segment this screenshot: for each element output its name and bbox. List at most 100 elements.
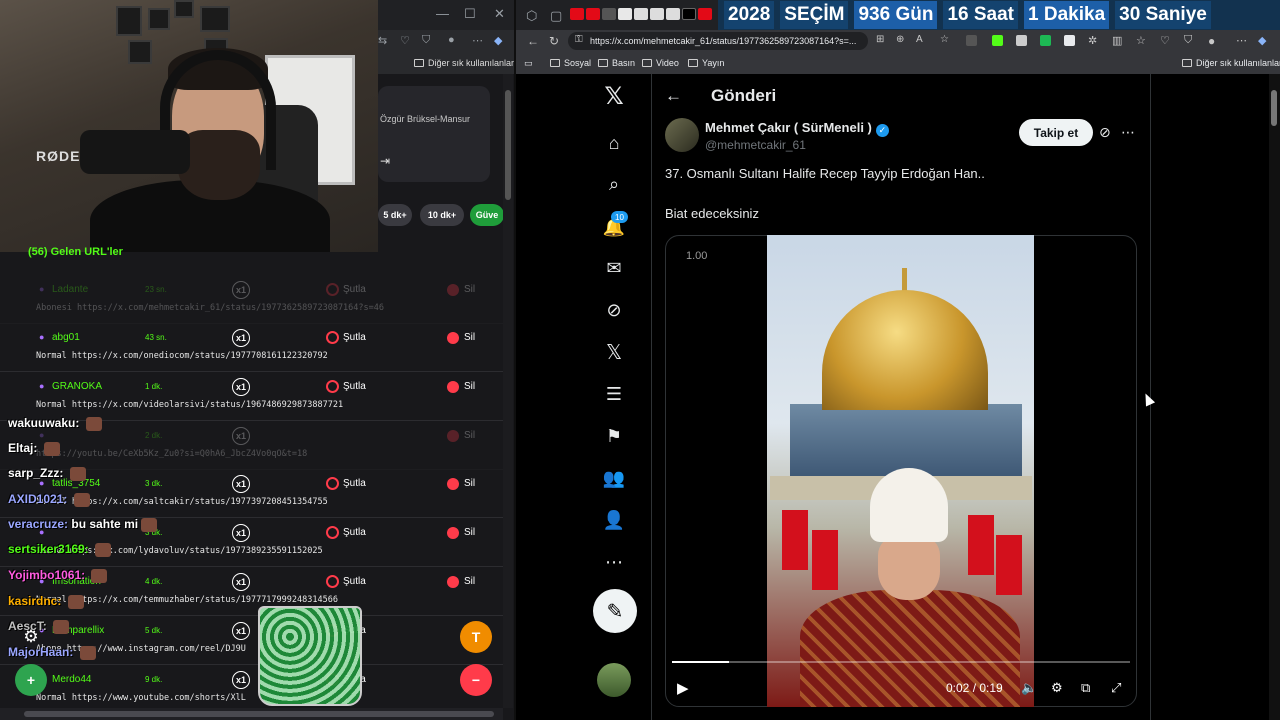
more-options-icon[interactable]: ⋯ [1121,124,1135,141]
bookmarks-icon[interactable]: ⚑ [603,425,625,447]
messages-icon[interactable]: ✉ [603,257,625,279]
skip-button[interactable]: Şutla [343,576,366,587]
chat-username[interactable]: Eltaj: [8,441,37,455]
bookmark-sidebar-icon[interactable]: ▭ [524,58,533,69]
profile-icon[interactable]: ● [1208,34,1215,48]
queue-user[interactable]: Ladante [52,284,88,295]
chat-username[interactable]: Yojimbo1061: [8,568,85,582]
author-handle[interactable]: @mehmetcakir_61 [705,138,806,152]
menu-icon[interactable]: ⋯ [1236,34,1247,47]
tab-favicon[interactable] [586,8,600,20]
heart-icon[interactable]: ♡ [400,34,410,47]
extension-icon[interactable] [1064,35,1075,46]
menu-icon[interactable]: ⋯ [472,34,483,47]
play-icon[interactable]: ▶ [677,679,689,697]
compose-post-icon[interactable]: ✎ [593,589,637,633]
video-progress-track[interactable] [672,661,1130,663]
shield-icon[interactable]: ⛉ [422,34,430,47]
tab-actions-icon[interactable]: ▢ [550,8,562,24]
account-avatar[interactable] [597,663,631,697]
delete-button[interactable]: Sil [464,527,475,538]
chat-username[interactable]: AXID1021: [8,492,67,506]
queue-url[interactable]: Abonesi https://x.com/mehmetcakir_61/sta… [36,303,384,313]
more-icon[interactable]: ⋯ [603,551,625,573]
trusted-filter[interactable]: Güve [470,204,504,226]
tab-favicon[interactable] [666,8,680,20]
bookmark-folder-basin[interactable]: Basın [598,58,635,68]
chat-username[interactable]: sertsiker3169: [8,542,89,556]
fullscreen-icon[interactable]: ⤢ [1111,680,1121,696]
author-name[interactable]: Mehmet Çakır ( SürMeneli ) ✓ [705,120,889,137]
queue-row[interactable]: ● Ladante 23 sn. x1 Şutla Sil Abonesi https://… [0,276,503,324]
skip-button[interactable]: Şutla [343,478,366,489]
back-arrow-icon[interactable]: ← [665,86,682,106]
url-input[interactable]: https://x.com/mehmetcakir_61/status/1977… [568,32,868,50]
reload-icon[interactable]: ↻ [549,34,559,48]
delete-button[interactable]: Sil [464,381,475,392]
skip-button[interactable]: Şutla [343,284,366,295]
x-logo-icon[interactable]: 𝕏 [603,83,625,110]
read-aloud-icon[interactable]: A [916,34,923,45]
page-scrollbar[interactable] [1269,74,1280,720]
settings-gear-icon[interactable]: ⚙ [16,622,46,652]
logout-icon[interactable]: ⇥ [380,154,390,168]
grok-icon[interactable]: ⊘ [1099,124,1111,141]
tab-left-icon[interactable]: ⇆ [378,34,387,47]
delete-button[interactable]: Sil [464,332,475,343]
bookmark-folder-video[interactable]: Video [642,58,679,68]
tab-favicon[interactable] [602,8,616,20]
duration-filter-10[interactable]: 10 dk+ [420,204,464,226]
picture-in-picture-icon[interactable]: ⧉ [1081,680,1090,696]
queue-row[interactable]: ● GRANOKA 1 dk. x1 Şutla Sil Normal https://x.… [0,373,503,421]
add-user-icon[interactable]: + [15,664,47,696]
profile-icon[interactable]: ● [448,34,455,46]
page-scroll-thumb[interactable] [1271,90,1277,126]
extension-icon[interactable] [966,35,977,46]
favorites-icon[interactable]: ☆ [1136,34,1146,47]
favorite-star-icon[interactable]: ☆ [940,34,949,45]
communities-icon[interactable]: 👥 [603,467,625,489]
extension-icon[interactable] [1016,35,1027,46]
duration-filter-5[interactable]: 5 dk+ [378,204,412,226]
app-install-icon[interactable]: ⊞ [876,34,884,45]
grok-icon[interactable]: ⊘ [603,299,625,321]
follow-button[interactable]: Takip et [1019,119,1093,146]
volume-icon[interactable]: 🔈 [1021,680,1037,696]
queue-url[interactable]: Normal https://www.youtube.com/shorts/Xl… [36,693,246,703]
bookmark-folder-sosyal[interactable]: Sosyal [550,58,591,68]
queue-card[interactable] [378,86,490,182]
split-screen-icon[interactable]: ▥ [1112,34,1122,47]
extensions-puzzle-icon[interactable]: ✲ [1088,34,1097,47]
other-bookmarks-folder[interactable]: Diğer sık kullanılanlar [414,58,514,68]
back-nav-icon[interactable]: ← [527,34,539,48]
delete-button[interactable]: Sil [464,284,475,295]
premium-x-icon[interactable]: 𝕏 [603,341,625,364]
zoom-icon[interactable]: ⊕ [896,34,904,45]
tab-favicon[interactable] [650,8,664,20]
remove-user-icon[interactable]: − [460,664,492,696]
delete-button[interactable]: Sil [464,576,475,587]
bookmark-folder-yayin[interactable]: Yayın [688,58,724,68]
close-icon[interactable]: ✕ [494,6,505,22]
shield-icon[interactable]: ⛉ [1184,34,1192,47]
queue-url[interactable]: Normal https://x.com/onediocom/status/19… [36,351,328,361]
author-avatar[interactable] [665,118,699,152]
chat-username[interactable]: veracruze: [8,517,68,531]
chat-username[interactable]: kasirdnc: [8,594,61,608]
copilot-icon[interactable]: ◆ [1258,34,1266,47]
queue-user[interactable]: abg01 [52,332,80,343]
skip-button[interactable]: Şutla [343,332,366,343]
lists-icon[interactable]: ☰ [603,383,625,405]
queue-user[interactable]: Merdo44 [52,674,91,685]
site-info-icon[interactable]: ⚿ [575,34,583,45]
home-icon[interactable]: ⌂ [603,132,625,154]
delete-button[interactable]: Sil [464,430,475,441]
tab-favicon[interactable] [682,8,696,20]
tab-favicon[interactable] [634,8,648,20]
copilot-icon[interactable]: ◆ [494,34,502,47]
queue-row[interactable]: ● abg01 43 sn. x1 Şutla Sil Normal https://x.c… [0,324,503,372]
skip-button[interactable]: Şutla [343,381,366,392]
queue-user[interactable]: GRANOKA [52,381,102,392]
queue-url[interactable]: Normal https://x.com/videolarsivi/status… [36,400,343,410]
queue-h-scroll-thumb[interactable] [24,711,494,717]
